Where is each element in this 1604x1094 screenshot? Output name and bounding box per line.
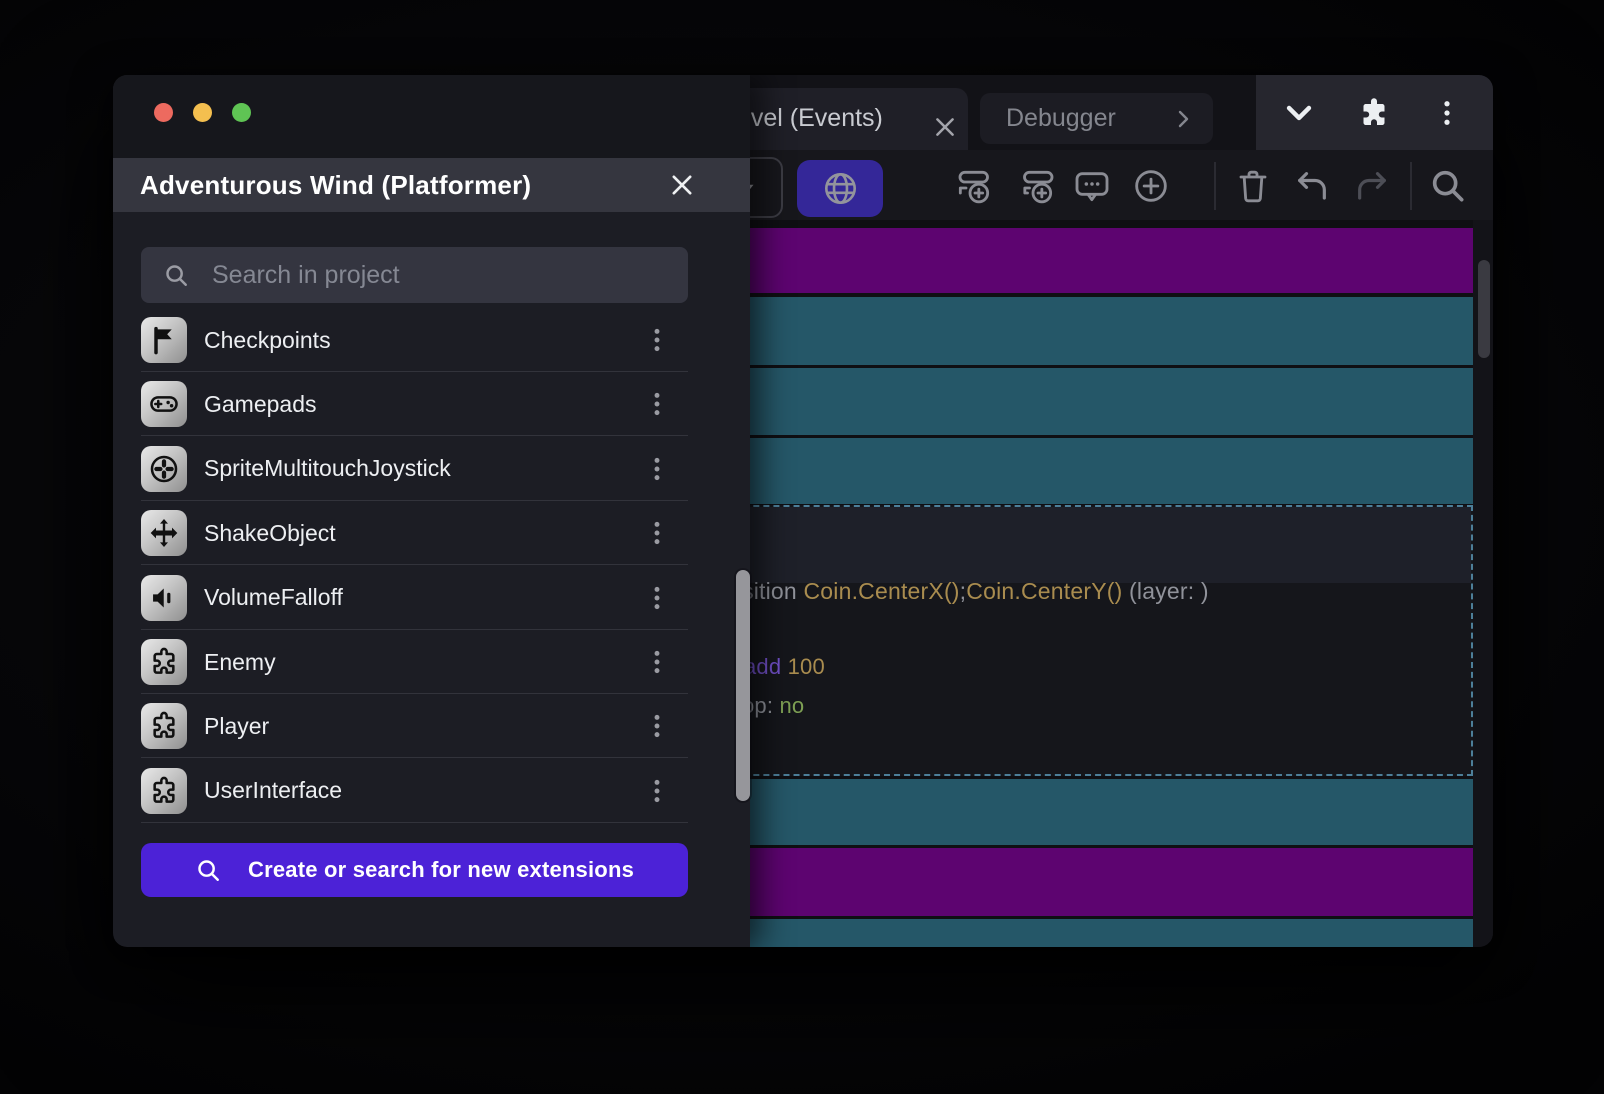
volume-icon xyxy=(141,575,187,621)
desktop-backdrop: evel (Events) Debugger xyxy=(0,0,1604,1094)
kebab-menu-icon[interactable] xyxy=(643,584,671,612)
list-item-label: Player xyxy=(204,694,269,758)
kebab-menu-icon[interactable] xyxy=(643,777,671,805)
kebab-menu-icon[interactable] xyxy=(643,455,671,483)
list-item-label: SpriteMultitouchJoystick xyxy=(204,437,451,501)
undo-button[interactable] xyxy=(1290,164,1334,208)
tab-debugger[interactable]: Debugger xyxy=(980,93,1213,144)
project-title: Adventurous Wind (Platformer) xyxy=(140,170,531,201)
delete-button[interactable] xyxy=(1231,164,1275,208)
search-icon xyxy=(195,857,222,884)
move-icon xyxy=(141,510,187,556)
list-item-userinterface[interactable]: UserInterface xyxy=(113,759,750,823)
event-row-teal[interactable] xyxy=(693,438,1473,504)
add-comment-button[interactable] xyxy=(1070,164,1114,208)
joystick-icon xyxy=(141,446,187,492)
project-manager-drawer: Adventurous Wind (Platformer) Search in … xyxy=(113,75,750,947)
tab-close-icon[interactable] xyxy=(932,114,958,140)
list-item-gamepads[interactable]: Gamepads xyxy=(113,372,750,436)
add-subevent-button[interactable] xyxy=(1015,164,1059,208)
list-item-label: UserInterface xyxy=(204,759,342,823)
drawer-header: Adventurous Wind (Platformer) xyxy=(113,158,750,212)
code-segment: 100 xyxy=(788,654,825,679)
event-row-teal[interactable] xyxy=(693,297,1473,365)
list-item-shakeobject[interactable]: ShakeObject xyxy=(113,501,750,565)
event-action-line[interactable]: op: no xyxy=(742,693,804,719)
search-events-button[interactable] xyxy=(1426,164,1470,208)
app-window: evel (Events) Debugger xyxy=(113,75,1493,947)
tab-level-events-label: evel (Events) xyxy=(737,104,883,133)
list-item-enemy[interactable]: Enemy xyxy=(113,630,750,694)
create-extension-label: Create or search for new extensions xyxy=(248,857,634,883)
code-segment: sition xyxy=(742,578,803,604)
kebab-menu-icon[interactable] xyxy=(643,648,671,676)
list-item-checkpoints[interactable]: Checkpoints xyxy=(113,308,750,372)
event-row-teal[interactable] xyxy=(693,368,1473,435)
toolbar-separator xyxy=(1214,162,1216,210)
selected-event-conditions[interactable] xyxy=(695,507,1471,583)
kebab-menu-icon[interactable] xyxy=(1432,98,1462,128)
tab-level-events[interactable]: evel (Events) xyxy=(713,88,968,150)
puzzle-icon xyxy=(141,768,187,814)
event-row-teal[interactable] xyxy=(693,919,1473,947)
create-extension-button[interactable]: Create or search for new extensions xyxy=(141,843,688,897)
add-event-button[interactable] xyxy=(953,164,997,208)
code-segment: no xyxy=(780,693,805,718)
search-input[interactable]: Search in project xyxy=(141,247,688,303)
tab-scroll-right-icon[interactable] xyxy=(1171,107,1195,131)
window-titlebar xyxy=(113,75,750,158)
divider xyxy=(141,822,688,823)
list-item-player[interactable]: Player xyxy=(113,694,750,758)
code-segment: Coin.CenterX() xyxy=(803,578,959,604)
event-row-purple[interactable] xyxy=(693,228,1473,293)
events-scrollbar-thumb[interactable] xyxy=(1478,260,1490,358)
list-item-label: Gamepads xyxy=(204,372,317,436)
event-row-purple[interactable] xyxy=(693,848,1473,916)
tab-debugger-label: Debugger xyxy=(1006,104,1116,133)
globe-button[interactable] xyxy=(797,160,883,217)
code-segment: add xyxy=(744,654,788,679)
selected-event[interactable]: sition Coin.CenterX();Coin.CenterY() (la… xyxy=(693,505,1473,776)
zoom-window-button[interactable] xyxy=(232,103,251,122)
event-action-line[interactable]: sition Coin.CenterX();Coin.CenterY() (la… xyxy=(742,578,1209,605)
search-placeholder: Search in project xyxy=(212,261,400,290)
puzzle-icon xyxy=(141,639,187,685)
flag-icon xyxy=(141,317,187,363)
close-window-button[interactable] xyxy=(154,103,173,122)
puzzle-icon xyxy=(141,703,187,749)
tabbar-right-controls xyxy=(1256,75,1493,150)
list-item-label: Enemy xyxy=(204,630,276,694)
toolbar-separator xyxy=(1410,162,1412,210)
list-item-label: VolumeFalloff xyxy=(204,566,343,630)
event-action-line[interactable]: add 100 xyxy=(744,654,825,680)
globe-icon xyxy=(822,170,859,207)
list-item-volumefalloff[interactable]: VolumeFalloff xyxy=(113,566,750,630)
kebab-menu-icon[interactable] xyxy=(643,390,671,418)
kebab-menu-icon[interactable] xyxy=(643,326,671,354)
drawer-scrollbar-thumb[interactable] xyxy=(736,570,750,801)
redo-button[interactable] xyxy=(1350,164,1394,208)
kebab-menu-icon[interactable] xyxy=(643,712,671,740)
event-row-teal[interactable] xyxy=(693,779,1473,845)
code-segment: (layer: ) xyxy=(1122,578,1208,604)
puzzle-extensions-icon[interactable] xyxy=(1356,95,1392,131)
list-item-spritemultitouchjoystick[interactable]: SpriteMultitouchJoystick xyxy=(113,437,750,501)
search-icon xyxy=(163,262,190,289)
minimize-window-button[interactable] xyxy=(193,103,212,122)
chevron-down-icon[interactable] xyxy=(1282,96,1316,130)
list-item-label: Checkpoints xyxy=(204,308,331,372)
code-segment: Coin.CenterY() xyxy=(966,578,1122,604)
gamepad-icon xyxy=(141,381,187,427)
events-scrollbar[interactable] xyxy=(1473,220,1493,947)
list-item-label: ShakeObject xyxy=(204,501,336,565)
close-drawer-icon[interactable] xyxy=(668,171,696,199)
kebab-menu-icon[interactable] xyxy=(643,519,671,547)
add-circle-button[interactable] xyxy=(1129,164,1173,208)
